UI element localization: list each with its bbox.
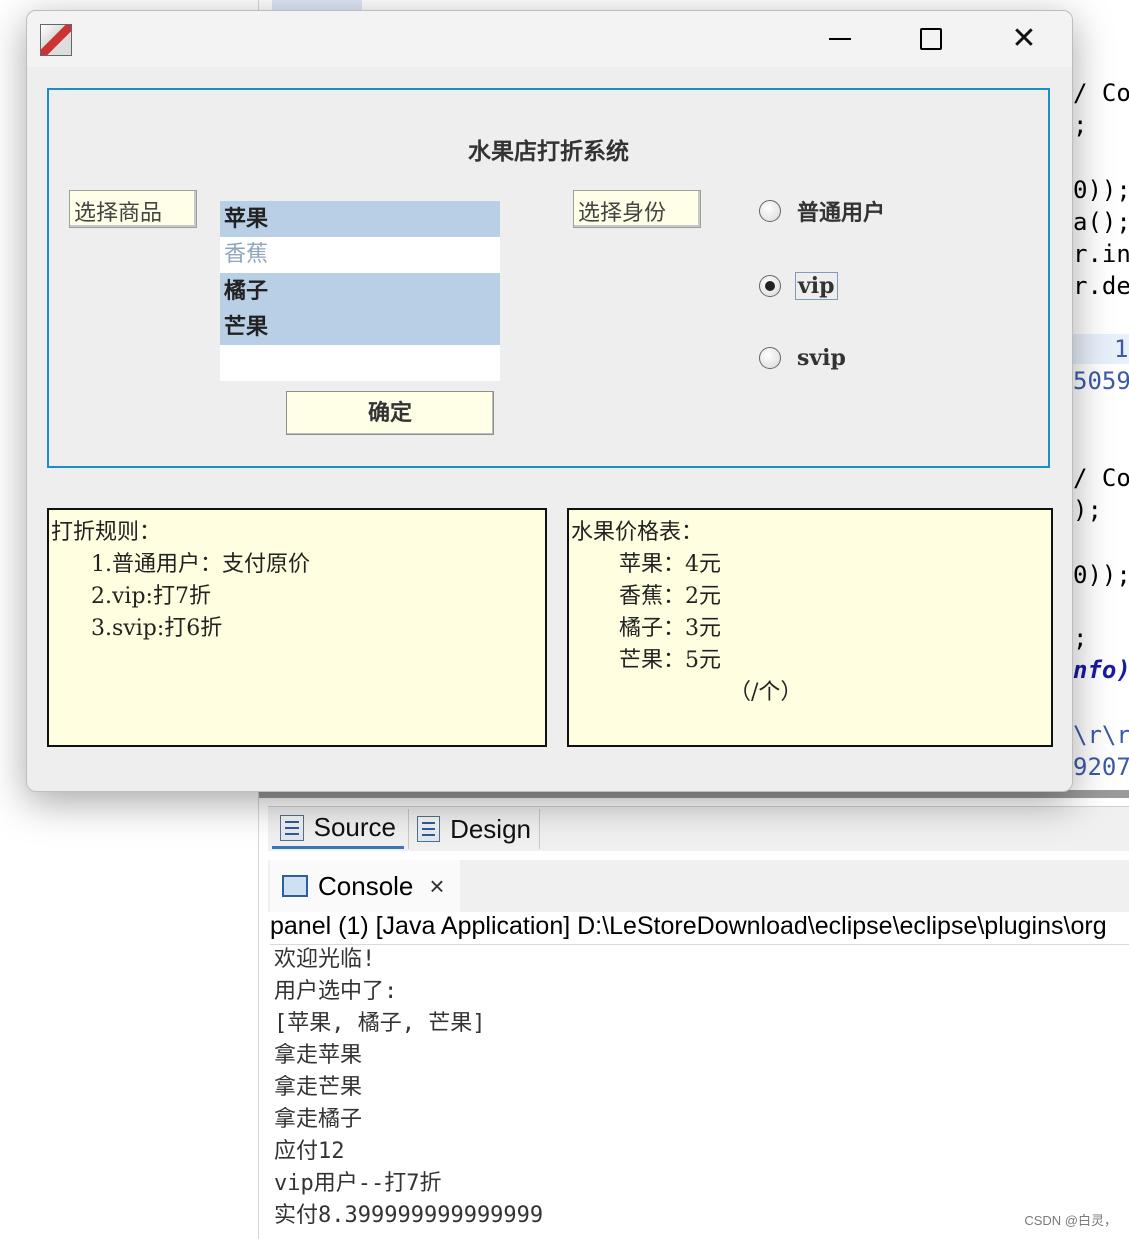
fruit-discount-window: ✕ 水果店打折系统 选择商品 苹果 香蕉 橘子 芒果 确定 选择身份 普通用户 … — [26, 10, 1073, 792]
select-identity-label: 选择身份 — [573, 190, 701, 228]
radio-vip[interactable]: vip — [759, 268, 838, 304]
list-item[interactable]: 香蕉 — [220, 237, 500, 273]
console-line: 应付12 — [274, 1139, 345, 1164]
price-title: 水果价格表： — [571, 520, 704, 545]
code-line: / Col — [1073, 79, 1129, 107]
code-line: 0)); — [1073, 176, 1129, 204]
selection-panel: 水果店打折系统 选择商品 苹果 香蕉 橘子 芒果 确定 选择身份 普通用户 vi… — [47, 88, 1050, 468]
source-icon — [280, 814, 304, 841]
gutter-partial-line — [272, 0, 362, 10]
list-item[interactable]: 苹果 — [220, 201, 500, 237]
rule-item: 1.普通用户：支付原价 — [91, 552, 310, 577]
code-line: 5059 — [1073, 367, 1129, 395]
code-line: r.in — [1073, 240, 1129, 268]
console-line: 用户选中了: — [274, 979, 398, 1004]
close-button[interactable]: ✕ — [989, 11, 1059, 67]
tab-design[interactable]: Design — [408, 809, 540, 849]
rule-item: 2.vip:打7折 — [91, 584, 211, 609]
radio-button-checked-icon[interactable] — [759, 275, 781, 297]
radio-label[interactable]: 普通用户 — [795, 195, 887, 227]
rules-title: 打折规则： — [51, 520, 162, 545]
list-item[interactable]: 芒果 — [220, 309, 500, 345]
price-item: 香蕉：2元 — [619, 584, 721, 609]
editor-bottom-tabs: Source Design — [268, 806, 1129, 851]
java-duke-icon — [40, 24, 72, 56]
code-line: \r\r — [1073, 721, 1129, 749]
radio-svip[interactable]: svip — [759, 340, 848, 376]
minimize-icon — [829, 38, 851, 40]
console-line: 实付8.399999999999999 — [274, 1203, 544, 1228]
radio-button-icon[interactable] — [759, 200, 781, 222]
radio-label[interactable]: vip — [795, 272, 838, 300]
price-item: 苹果：4元 — [619, 552, 721, 577]
rule-item: 3.svip:打6折 — [91, 616, 223, 641]
minimize-button[interactable] — [805, 11, 875, 67]
code-line: a(); — [1073, 208, 1129, 236]
confirm-button[interactable]: 确定 — [286, 391, 494, 435]
radio-label[interactable]: svip — [795, 345, 848, 371]
close-icon[interactable]: × — [429, 871, 444, 902]
code-line: nfo) — [1073, 656, 1129, 684]
price-item: 芒果：5元 — [619, 648, 721, 673]
console-line: vip用户--打7折 — [274, 1171, 442, 1196]
tab-console-label: Console — [318, 870, 414, 901]
watermark: CSDN @白灵， — [1024, 1213, 1117, 1228]
console-line: 拿走苹果 — [274, 1043, 363, 1068]
tab-console[interactable]: Console × — [270, 860, 460, 912]
design-icon — [417, 816, 441, 842]
maximize-icon — [920, 28, 942, 50]
price-unit: （/个） — [729, 680, 803, 705]
radio-button-icon[interactable] — [759, 347, 781, 369]
select-goods-label: 选择商品 — [69, 190, 197, 228]
console-line: [苹果, 橘子, 芒果] — [274, 1011, 486, 1036]
code-line: ; — [1073, 111, 1088, 139]
console-launch-header: panel (1) [Java Application] D:\LeStoreD… — [270, 912, 1129, 945]
price-item: 橘子：3元 — [619, 616, 721, 641]
code-line: 9207 — [1073, 753, 1129, 781]
list-item[interactable]: 橘子 — [220, 273, 500, 309]
title-bar[interactable]: ✕ — [27, 11, 1072, 67]
close-icon: ✕ — [1011, 21, 1037, 56]
console-output[interactable]: 欢迎光临! 用户选中了: [苹果, 橘子, 芒果] 拿走苹果 拿走芒果 拿走橘子… — [274, 944, 543, 1232]
code-line: 1 — [1114, 335, 1129, 363]
console-icon — [282, 875, 308, 897]
discount-rules-box[interactable]: 打折规则： 1.普通用户：支付原价 2.vip:打7折 3.svip:打6折 — [47, 508, 547, 747]
price-table-box[interactable]: 水果价格表： 苹果：4元 香蕉：2元 橘子：3元 芒果：5元 （/个） — [567, 508, 1053, 747]
radio-normal-user[interactable]: 普通用户 — [759, 193, 887, 229]
maximize-button[interactable] — [896, 11, 966, 67]
tab-source-label: Source — [313, 812, 396, 842]
code-line: 0)); — [1073, 561, 1129, 589]
code-line: ); — [1073, 496, 1102, 524]
code-line: ; — [1073, 624, 1088, 652]
code-line: r.de — [1073, 272, 1129, 300]
tab-source[interactable]: Source — [272, 809, 404, 849]
fruit-list[interactable]: 苹果 香蕉 橘子 芒果 — [220, 201, 500, 381]
console-line: 拿走芒果 — [274, 1075, 363, 1100]
panel-title: 水果店打折系统 — [468, 138, 629, 165]
console-line: 欢迎光临! — [274, 947, 376, 972]
console-line: 拿走橘子 — [274, 1107, 363, 1132]
code-line: / Col — [1073, 464, 1129, 492]
tab-design-label: Design — [450, 813, 531, 844]
